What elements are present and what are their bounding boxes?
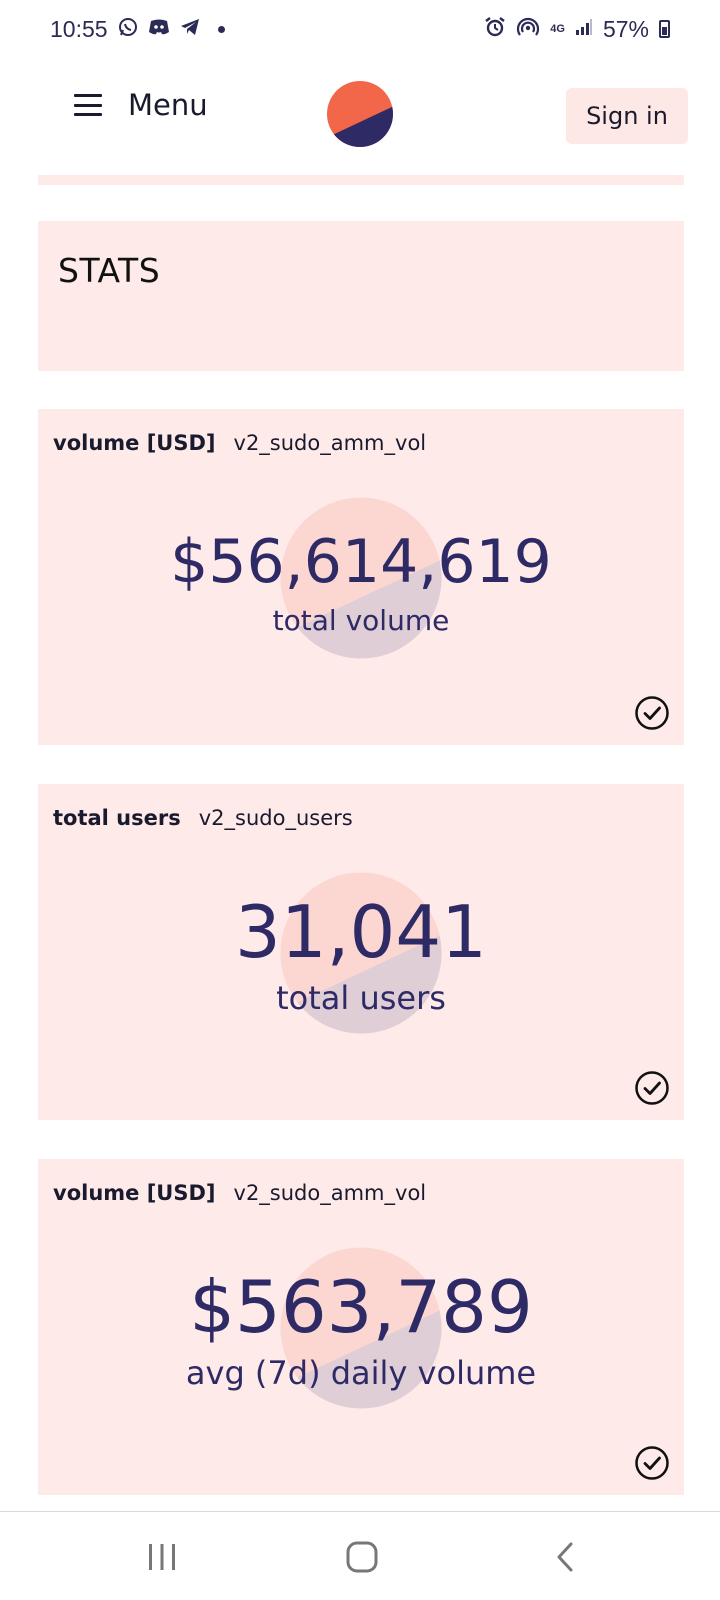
status-left: 10:55 (50, 16, 225, 43)
home-icon (346, 1541, 378, 1573)
sign-in-button[interactable]: Sign in (566, 88, 688, 144)
recents-button[interactable] (137, 1532, 187, 1582)
system-nav-bar (0, 1511, 720, 1600)
metric-card-avg-daily-volume[interactable]: volume [USD] v2_sudo_amm_vol $563,789 av… (38, 1159, 684, 1495)
back-button[interactable] (541, 1532, 591, 1582)
check-circle-icon (635, 696, 669, 730)
metric-value: $563,789 (189, 1265, 533, 1349)
status-time: 10:55 (50, 15, 108, 42)
metric-value: $56,614,619 (170, 527, 552, 597)
metric-card-total-volume[interactable]: volume [USD] v2_sudo_amm_vol $56,614,619… (38, 409, 684, 745)
metric-value: 31,041 (235, 890, 487, 974)
metric-name: volume [USD] (53, 431, 216, 455)
metric-source: v2_sudo_users (198, 806, 353, 830)
battery-icon (659, 20, 670, 38)
notification-dot-icon (217, 25, 225, 33)
metric-card-total-users[interactable]: total users v2_sudo_users 31,041 total u… (38, 784, 684, 1120)
stats-section: STATS (38, 221, 684, 371)
metric-caption: avg (7d) daily volume (185, 1354, 537, 1392)
previous-card-edge (38, 175, 684, 185)
stats-title: STATS (58, 251, 161, 290)
metric-name: total users (53, 806, 181, 830)
telegram-icon (180, 18, 200, 40)
recents-icon (149, 1544, 175, 1570)
network-4g-icon: 4G (550, 22, 565, 35)
metric-caption: total volume (272, 604, 450, 637)
menu-label: Menu (128, 88, 208, 122)
hotspot-icon (516, 16, 540, 42)
whatsapp-icon (118, 17, 138, 41)
menu-button[interactable]: Menu (74, 88, 208, 122)
metric-source: v2_sudo_amm_vol (233, 431, 427, 455)
signal-icon (575, 18, 593, 40)
metric-name: volume [USD] (53, 1181, 216, 1205)
check-circle-icon (635, 1071, 669, 1105)
hamburger-icon (74, 94, 102, 116)
back-icon (557, 1542, 573, 1572)
metric-source: v2_sudo_amm_vol (233, 1181, 427, 1205)
brand-logo[interactable] (326, 80, 394, 148)
metric-header: volume [USD] v2_sudo_amm_vol (53, 1181, 426, 1205)
metric-header: volume [USD] v2_sudo_amm_vol (53, 431, 426, 455)
metric-header: total users v2_sudo_users (53, 806, 353, 830)
alarm-icon (484, 16, 506, 42)
status-bar: 10:55 4G 57% (0, 0, 720, 58)
discord-icon (148, 18, 170, 40)
check-circle-icon (635, 1446, 669, 1480)
home-button[interactable] (337, 1532, 387, 1582)
battery-percent: 57% (602, 15, 649, 42)
app-header: Menu Sign in (0, 72, 720, 160)
metric-caption: total users (276, 979, 446, 1017)
status-right: 4G 57% (484, 16, 670, 43)
